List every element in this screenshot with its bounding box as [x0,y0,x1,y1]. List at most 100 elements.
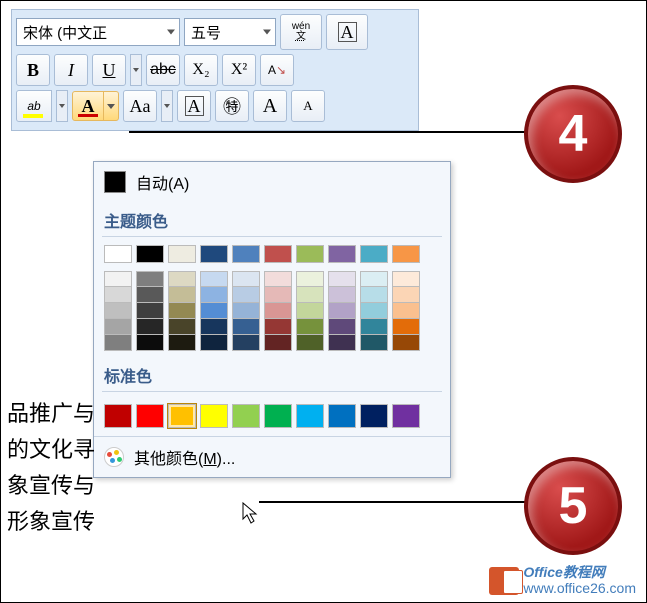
color-swatch[interactable] [200,245,228,263]
color-swatch[interactable] [392,335,420,351]
font-size-combo[interactable]: 五号 [184,18,276,46]
color-swatch[interactable] [232,404,260,428]
color-swatch[interactable] [296,335,324,351]
color-swatch[interactable] [136,404,164,428]
color-swatch[interactable] [168,319,196,335]
enclosed-char-button[interactable]: ㊕ [215,90,249,122]
color-swatch[interactable] [328,335,356,351]
change-case-dropdown[interactable] [161,90,173,122]
subscript-button[interactable]: X₂ [184,54,218,86]
color-swatch[interactable] [232,319,260,335]
color-swatch[interactable] [328,245,356,263]
color-swatch[interactable] [264,319,292,335]
color-swatch[interactable] [328,271,356,287]
color-swatch[interactable] [232,303,260,319]
bold-button[interactable]: B [16,54,50,86]
char-border-button[interactable]: A [326,14,368,50]
color-swatch[interactable] [392,303,420,319]
color-swatch[interactable] [200,287,228,303]
color-swatch[interactable] [264,245,292,263]
change-case-button[interactable]: Aa [123,90,157,122]
color-swatch[interactable] [392,404,420,428]
color-swatch[interactable] [360,319,388,335]
italic-button[interactable]: I [54,54,88,86]
color-swatch[interactable] [264,335,292,351]
color-swatch[interactable] [296,287,324,303]
font-size-value: 五号 [191,22,221,43]
palette-icon [104,447,124,467]
color-swatch[interactable] [360,303,388,319]
color-swatch[interactable] [136,303,164,319]
color-swatch[interactable] [328,404,356,428]
color-swatch[interactable] [200,404,228,428]
color-swatch[interactable] [104,319,132,335]
char-shading-button[interactable]: A [177,90,211,122]
color-swatch[interactable] [168,404,196,428]
font-name-value: 宋体 (中文正 [23,22,107,43]
color-swatch[interactable] [136,271,164,287]
color-swatch[interactable] [168,303,196,319]
highlight-button[interactable]: ab [16,90,52,122]
color-swatch[interactable] [200,335,228,351]
color-swatch[interactable] [360,404,388,428]
color-swatch[interactable] [168,335,196,351]
color-swatch[interactable] [360,287,388,303]
color-swatch[interactable] [328,303,356,319]
font-color-dropdown[interactable] [103,92,118,120]
color-swatch[interactable] [168,271,196,287]
color-swatch[interactable] [104,271,132,287]
color-swatch[interactable] [264,404,292,428]
color-swatch[interactable] [232,245,260,263]
font-name-combo[interactable]: 宋体 (中文正 [16,18,180,46]
color-swatch[interactable] [104,245,132,263]
color-swatch[interactable] [360,271,388,287]
color-swatch[interactable] [136,287,164,303]
color-swatch[interactable] [392,245,420,263]
color-swatch[interactable] [200,271,228,287]
clear-formatting-button[interactable]: A↘ [260,54,294,86]
color-swatch[interactable] [296,245,324,263]
font-color-button[interactable]: A [73,92,103,120]
highlight-dropdown[interactable] [56,90,68,122]
underline-button[interactable]: U [92,54,126,86]
underline-dropdown[interactable] [130,54,142,86]
color-swatch[interactable] [136,335,164,351]
superscript-button[interactable]: X² [222,54,256,86]
callout-badge-4: 4 [524,85,622,183]
auto-swatch [104,171,126,193]
color-swatch[interactable] [296,319,324,335]
color-swatch[interactable] [264,271,292,287]
color-swatch[interactable] [296,404,324,428]
color-swatch[interactable] [168,245,196,263]
color-swatch[interactable] [328,287,356,303]
color-swatch[interactable] [232,287,260,303]
color-swatch[interactable] [104,335,132,351]
auto-color-item[interactable]: 自动(A) [94,162,450,202]
strikethrough-button[interactable]: abc [146,54,180,86]
color-swatch[interactable] [104,287,132,303]
color-swatch[interactable] [104,303,132,319]
color-swatch[interactable] [360,335,388,351]
more-colors-item[interactable]: 其他颜色(M)... [94,436,450,477]
theme-colors-label: 主题颜色 [94,202,450,236]
color-swatch[interactable] [264,287,292,303]
color-swatch[interactable] [200,303,228,319]
color-swatch[interactable] [296,303,324,319]
color-swatch[interactable] [104,404,132,428]
color-swatch[interactable] [392,271,420,287]
color-swatch[interactable] [200,319,228,335]
color-swatch[interactable] [136,245,164,263]
color-swatch[interactable] [392,287,420,303]
color-swatch[interactable] [328,319,356,335]
color-swatch[interactable] [296,271,324,287]
color-swatch[interactable] [232,271,260,287]
color-swatch[interactable] [136,319,164,335]
color-swatch[interactable] [264,303,292,319]
phonetic-guide-button[interactable]: wén 文 [280,14,322,50]
color-swatch[interactable] [360,245,388,263]
color-swatch[interactable] [168,287,196,303]
color-swatch[interactable] [392,319,420,335]
color-swatch[interactable] [232,335,260,351]
grow-font-button[interactable]: A [253,90,287,122]
shrink-font-button[interactable]: A [291,90,325,122]
